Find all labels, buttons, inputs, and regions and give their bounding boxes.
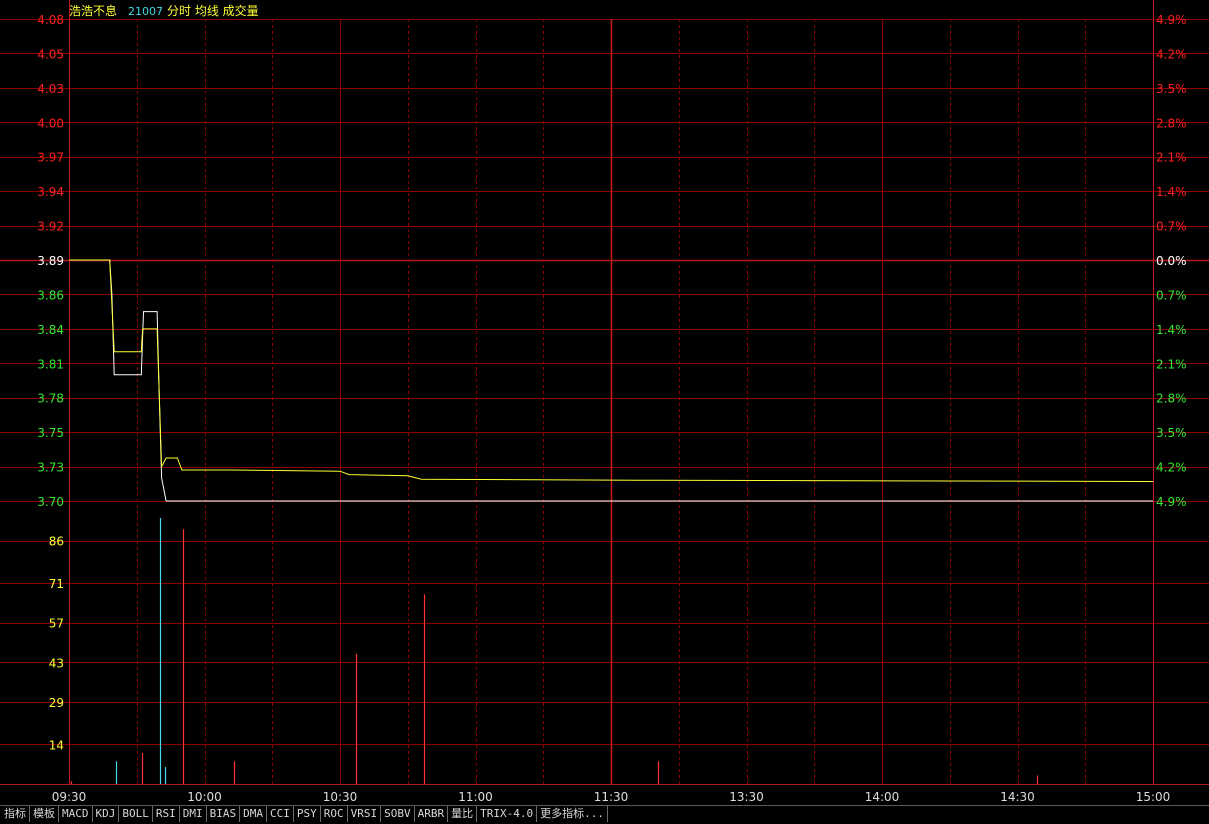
price-tick-label: 3.70 [37,495,64,509]
volume-tick-label: 29 [49,696,64,710]
indicator-tab-bar: 指标 模板 MACD KDJ BOLL RSI DMI BIAS DMA CCI PSY ROC VRS… [0,805,1209,824]
percent-tick-label: 0.7% [1156,220,1187,234]
intraday-chart[interactable]: 浩浩不息 21007 分时 均线 成交量 4.08 4.05 4.03 4.00 3.9… [0,0,1209,805]
time-tick-label: 15:00 [1136,790,1171,804]
percent-tick-label: 2.1% [1156,151,1187,165]
indicator-tab[interactable]: BOLL [119,806,153,822]
percent-tick-label: 1.4% [1156,323,1187,337]
time-tick-label: 14:30 [1000,790,1035,804]
percent-tick-label: 4.9% [1156,495,1187,509]
indicator-tab[interactable]: DMI [180,806,207,822]
price-tick-label: 4.03 [37,82,64,96]
price-tick-label: 4.05 [37,47,64,61]
indicator-tab[interactable]: ARBR [415,806,449,822]
time-tick-label: 14:00 [865,790,900,804]
price-tick-label: 3.92 [37,220,64,234]
percent-tick-label: 4.9% [1156,13,1187,27]
time-tick-label: 13:30 [729,790,764,804]
price-tick-label: 3.94 [37,185,64,199]
time-tick-label: 11:00 [458,790,493,804]
time-tick-label: 10:30 [323,790,358,804]
indicator-tab[interactable]: SOBV [381,806,415,822]
time-tick-label: 11:30 [594,790,629,804]
volume-tick-label: 86 [49,535,64,549]
chart-modes: 分时 均线 成交量 [167,3,259,18]
indicator-tab[interactable]: MACD [59,806,93,822]
indicator-tab[interactable]: 量比 [448,806,478,822]
price-tick-label: 3.86 [37,288,64,302]
price-tick-label: 3.84 [37,323,64,337]
volume-tick-label: 57 [49,617,64,631]
percent-tick-label: 2.8% [1156,392,1187,406]
price-tick-label: 4.00 [37,116,64,130]
percent-axis: 4.9% 4.2% 3.5% 2.8% 2.1% 1.4% 0.7% 0.0% 0.7% 1.4%… [1156,13,1187,509]
time-tick-label: 10:00 [187,790,222,804]
percent-tick-label: 4.2% [1156,461,1187,475]
stock-name: 浩浩不息 [69,3,117,18]
percent-tick-label: 2.8% [1156,116,1187,130]
indicator-tab[interactable]: ROC [321,806,348,822]
percent-tick-label: 2.1% [1156,357,1187,371]
time-tick-label: 09:30 [52,790,87,804]
indicator-tab[interactable]: TRIX-4.0 [477,806,538,822]
price-axis: 4.08 4.05 4.03 4.00 3.97 3.94 3.92 3.89 3.86 3.84… [37,13,64,509]
indicator-tab[interactable]: VRSI [348,806,382,822]
time-axis: 09:30 10:00 10:30 11:00 11:30 13:30 14:00 14:30… [52,790,1171,804]
indicator-tab[interactable]: 模板 [30,806,59,822]
indicator-tab[interactable]: 指标 [0,806,30,822]
indicator-tab[interactable]: CCI [267,806,294,822]
volume-tick-label: 71 [49,577,64,591]
percent-tick-label: 0.0% [1156,254,1187,268]
price-tick-label: 3.78 [37,392,64,406]
indicator-tab[interactable]: PSY [294,806,321,822]
volume-tick-label: 14 [49,738,64,752]
price-tick-label: 3.89 [37,254,64,268]
indicator-tab[interactable]: BIAS [207,806,241,822]
stock-code: 21007 [128,5,163,18]
percent-tick-label: 0.7% [1156,288,1187,302]
indicator-tab[interactable]: DMA [240,806,267,822]
price-tick-label: 3.75 [37,426,64,440]
indicator-tab[interactable]: KDJ [93,806,120,822]
price-tick-label: 3.81 [37,357,64,371]
price-tick-label: 3.73 [37,461,64,475]
percent-tick-label: 4.2% [1156,47,1187,61]
percent-tick-label: 3.5% [1156,426,1187,440]
percent-tick-label: 1.4% [1156,185,1187,199]
volume-tick-label: 43 [49,656,64,670]
percent-tick-label: 3.5% [1156,82,1187,96]
price-tick-label: 4.08 [37,13,64,27]
indicator-tab[interactable]: 更多指标... [537,806,608,822]
indicator-tab[interactable]: RSI [153,806,180,822]
price-tick-label: 3.97 [37,151,64,165]
